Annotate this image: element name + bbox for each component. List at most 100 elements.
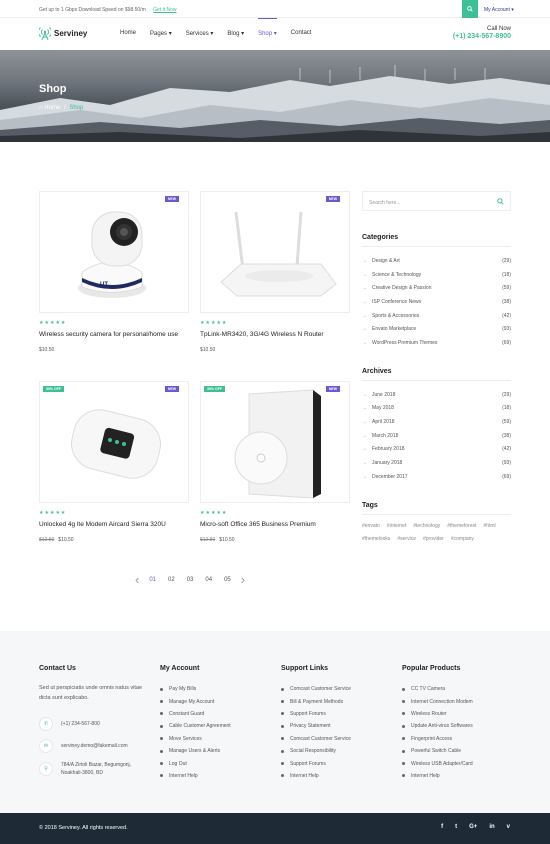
footer-link-label[interactable]: Fingerprint Access — [411, 736, 452, 742]
footer-link[interactable]: Bill & Payment Methods — [281, 695, 351, 707]
item-label[interactable]: April 2018 — [372, 419, 395, 425]
item-label[interactable]: March 2018 — [372, 433, 398, 439]
footer-link-label[interactable]: Pay My Bills — [169, 686, 196, 692]
item-label[interactable]: ISP Conference News — [372, 299, 421, 305]
footer-link[interactable]: Fingerprint Access — [402, 733, 473, 745]
item-label[interactable]: February 2018 — [372, 446, 405, 452]
footer-link[interactable]: Constant Guard — [160, 708, 231, 720]
footer-link-label[interactable]: Manage Users & Alerts — [169, 748, 220, 754]
footer-link[interactable]: Update Anti-virus Softwares — [402, 720, 473, 732]
item-label[interactable]: December 2017 — [372, 474, 408, 480]
footer-link[interactable]: Social Responsibility — [281, 745, 351, 757]
chevron-right-icon[interactable]: › — [241, 572, 245, 587]
footer-link[interactable]: Move Services — [160, 733, 231, 745]
tag-link[interactable]: #service — [397, 536, 416, 549]
product-name[interactable]: Unlocked 4g lte Modem Aircard Sierra 320… — [39, 521, 189, 531]
footer-link-label[interactable]: Privacy Statement — [290, 723, 331, 729]
footer-link-label[interactable]: Powerful Switch Cable — [411, 748, 461, 754]
footer-link[interactable]: Wireless Router — [402, 708, 473, 720]
footer-link-label[interactable]: Cable Customer Agreement — [169, 723, 231, 729]
footer-link[interactable]: Pay My Bills — [160, 683, 231, 695]
tag-link[interactable]: #themelooks — [362, 536, 390, 549]
footer-link[interactable]: Internet Help — [402, 770, 473, 782]
search-icon[interactable] — [497, 198, 504, 205]
footer-link[interactable]: Internet Help — [160, 770, 231, 782]
nav-blog[interactable]: Blog ▾ — [227, 30, 244, 37]
tag-link[interactable]: #internet — [387, 523, 406, 536]
tag-link[interactable]: #envato — [362, 523, 380, 536]
page-link[interactable]: 02 — [168, 577, 175, 583]
nav-home[interactable]: Home — [120, 30, 136, 37]
chevron-left-icon[interactable]: ‹ — [135, 572, 139, 587]
footer-link-label[interactable]: Bill & Payment Methods — [290, 699, 343, 705]
footer-link[interactable]: Cable Customer Agreement — [160, 720, 231, 732]
footer-link-label[interactable]: Comcast Customer Service — [290, 686, 351, 692]
page-link[interactable]: 05 — [224, 577, 231, 583]
product-card[interactable]: 30% OFF NEW ★★★★★ Micro-soft Office 365 … — [200, 381, 350, 543]
footer-link[interactable]: Wireless USB Adapter/Card — [402, 757, 473, 769]
archive-item[interactable]: → April 2018 (59) — [362, 415, 511, 429]
category-item[interactable]: → Design & Art (29) — [362, 254, 511, 268]
product-card[interactable]: NEW ★★★★★ TpLink-MR3420, 3G/4G Wireless … — [200, 191, 350, 353]
category-item[interactable]: → Envato Marketplace (93) — [362, 322, 511, 336]
product-image[interactable]: NEW — [200, 191, 350, 313]
page-link[interactable]: 01 — [149, 577, 156, 583]
item-label[interactable]: January 2018 — [372, 460, 402, 466]
footer-link-label[interactable]: CC TV Camera — [411, 686, 445, 692]
tag-link[interactable]: #technology — [413, 523, 440, 536]
nav-shop[interactable]: Shop ▾ — [258, 18, 277, 37]
footer-link-label[interactable]: Internet Help — [290, 773, 319, 779]
item-label[interactable]: May 2018 — [372, 405, 394, 411]
product-name[interactable]: Wireless security camera for personal/ho… — [39, 331, 189, 341]
footer-link-label[interactable]: Update Anti-virus Softwares — [411, 723, 473, 729]
footer-link[interactable]: Privacy Statement — [281, 720, 351, 732]
footer-link[interactable]: Comcast Customer Service — [281, 683, 351, 695]
top-search-button[interactable] — [462, 0, 478, 18]
footer-link-label[interactable]: Log Out — [169, 761, 187, 767]
nav-contact[interactable]: Contact — [291, 30, 312, 37]
product-image[interactable]: NEW UT — [39, 191, 189, 313]
product-card[interactable]: 30% OFF NEW ★★★★★ Unlocked 4g lte Modem … — [39, 381, 189, 543]
sidebar-search-input[interactable]: Search here... — [362, 191, 511, 211]
footer-link[interactable]: CC TV Camera — [402, 683, 473, 695]
linkedin-icon[interactable]: in — [489, 824, 494, 830]
phone-text[interactable]: (+1) 234-567-800 — [61, 721, 100, 727]
product-name[interactable]: TpLink-MR3420, 3G/4G Wireless N Router — [200, 331, 350, 341]
footer-link[interactable]: Manage My Account — [160, 695, 231, 707]
footer-link[interactable]: Log Out — [160, 757, 231, 769]
footer-link[interactable]: Internet Help — [281, 770, 351, 782]
nav-pages[interactable]: Pages ▾ — [150, 30, 172, 37]
item-label[interactable]: June 2018 — [372, 392, 395, 398]
footer-link-label[interactable]: Wireless Router — [411, 711, 447, 717]
item-label[interactable]: Sports & Accessories — [372, 313, 419, 319]
page-link[interactable]: 04 — [205, 577, 212, 583]
product-name[interactable]: Micro-soft Office 365 Business Premium — [200, 521, 350, 531]
footer-link[interactable]: Comcast Customer Service — [281, 733, 351, 745]
email-text[interactable]: serviney.demo@fakemail.com — [61, 743, 128, 749]
footer-link-label[interactable]: Social Responsibility — [290, 748, 336, 754]
call-number[interactable]: (+1) 234-567-8900 — [453, 33, 511, 40]
product-image[interactable]: 30% OFF NEW — [200, 381, 350, 503]
nav-services[interactable]: Services ▾ — [186, 30, 214, 37]
category-item[interactable]: → Creative Design & Passion (59) — [362, 281, 511, 295]
item-label[interactable]: Design & Art — [372, 258, 400, 264]
footer-link-label[interactable]: Support Forums — [290, 761, 326, 767]
my-account-dropdown[interactable]: My Account ▾ — [484, 7, 514, 13]
footer-link-label[interactable]: Wireless USB Adapter/Card — [411, 761, 473, 767]
item-label[interactable]: Science & Technology — [372, 272, 421, 278]
footer-link-label[interactable]: Support Forums — [290, 711, 326, 717]
archive-item[interactable]: → February 2018 (42) — [362, 443, 511, 457]
footer-link-label[interactable]: Internet Connection Modem — [411, 699, 473, 705]
footer-link[interactable]: Support Forums — [281, 757, 351, 769]
footer-link-label[interactable]: Move Services — [169, 736, 202, 742]
archive-item[interactable]: → January 2018 (93) — [362, 456, 511, 470]
archive-item[interactable]: → March 2018 (38) — [362, 429, 511, 443]
tag-link[interactable]: #html — [483, 523, 495, 536]
category-item[interactable]: → Sports & Accessories (42) — [362, 309, 511, 323]
logo[interactable]: Serviney — [39, 26, 87, 40]
item-label[interactable]: Creative Design & Passion — [372, 285, 431, 291]
tag-link[interactable]: #provider — [423, 536, 444, 549]
vimeo-icon[interactable]: v — [507, 824, 510, 830]
footer-link[interactable]: Support Forums — [281, 708, 351, 720]
google-plus-icon[interactable]: G+ — [469, 824, 477, 830]
